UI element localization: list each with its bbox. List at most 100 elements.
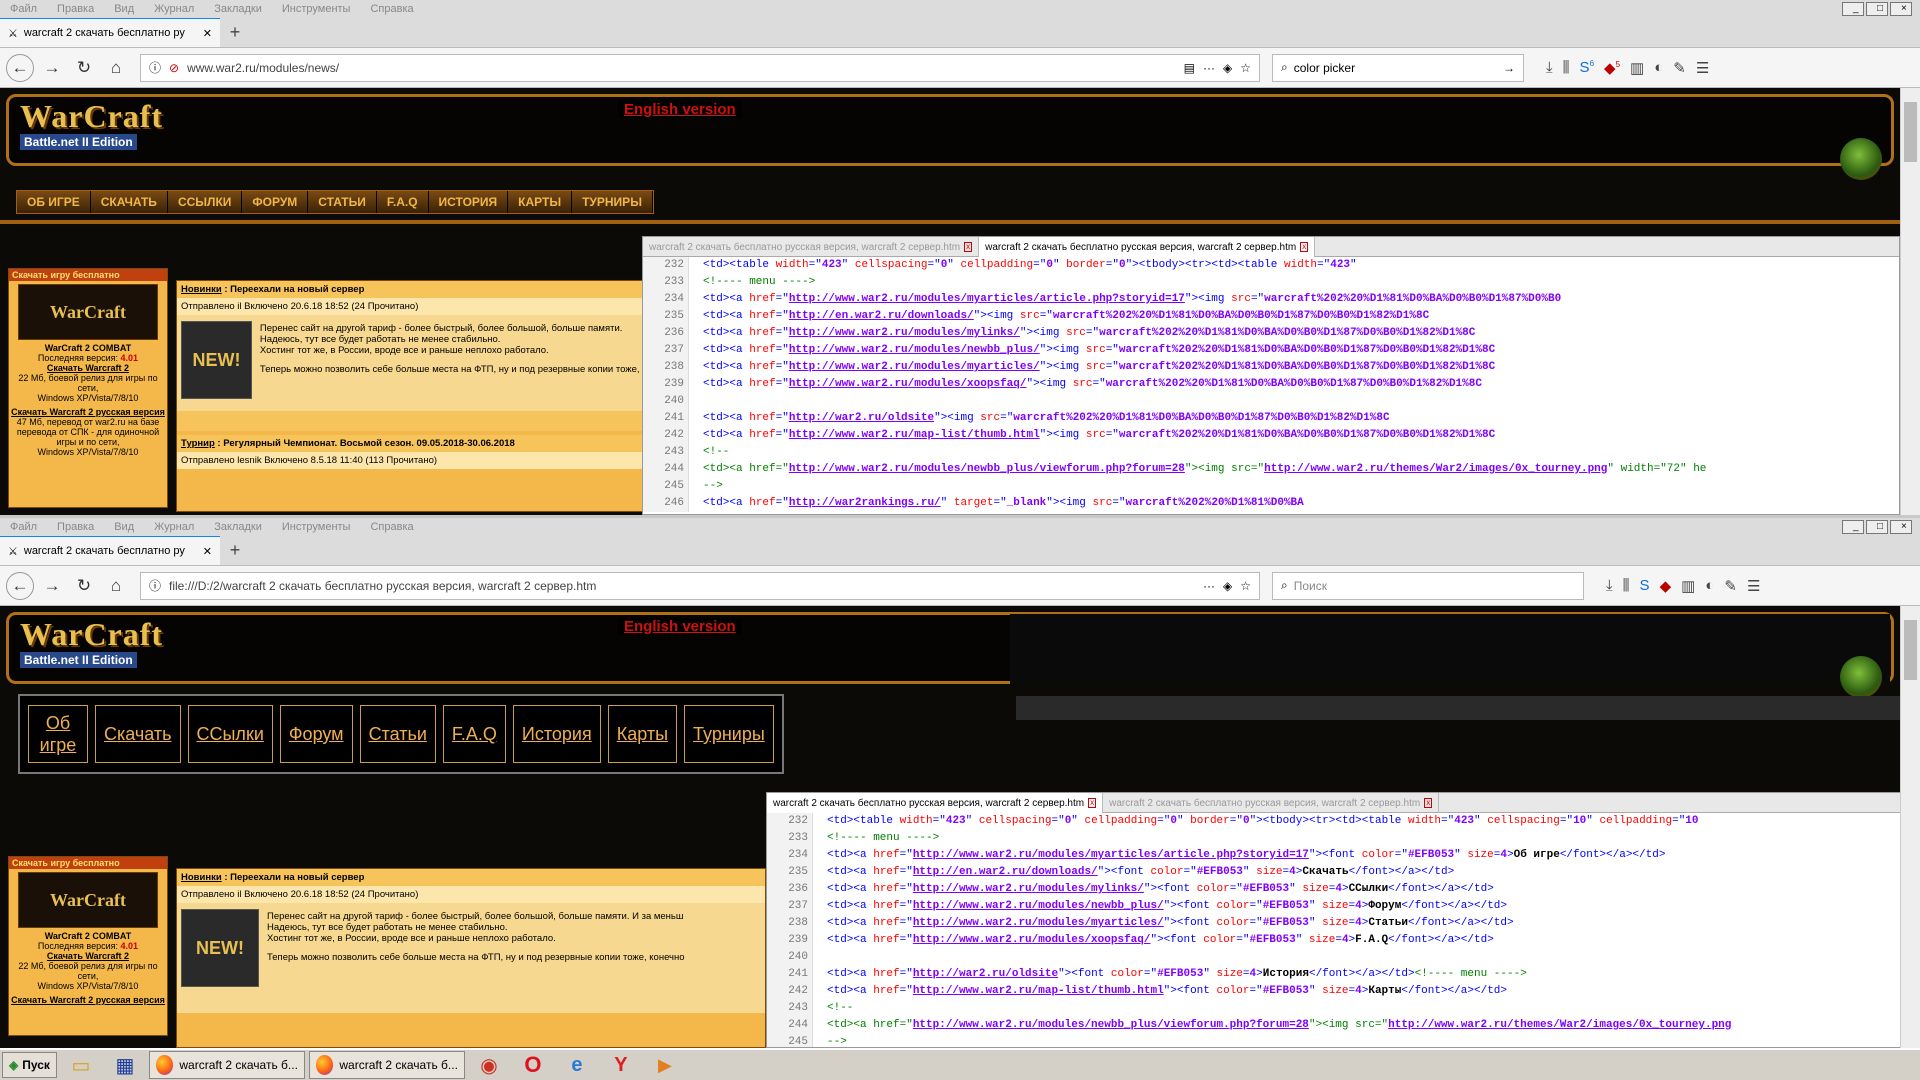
source-tab[interactable]: warcraft 2 скачать бесплатно русская вер… bbox=[1103, 793, 1440, 813]
download-warcraft2-link[interactable]: Скачать Warcraft 2 bbox=[9, 951, 167, 961]
sidebar-icon[interactable]: ▥ bbox=[1681, 577, 1695, 595]
info-icon[interactable]: ⓘ bbox=[149, 577, 161, 594]
download-icon[interactable]: ⤓ bbox=[1546, 59, 1553, 77]
nav-tournaments[interactable]: Турниры bbox=[684, 705, 774, 763]
forward-button[interactable]: → bbox=[38, 572, 66, 600]
new-tab-button[interactable]: + bbox=[220, 17, 250, 47]
start-button[interactable]: ◈ Пуск bbox=[2, 1052, 57, 1078]
download-icon[interactable]: ⤓ bbox=[1606, 577, 1613, 595]
pocket-icon[interactable]: ◈ bbox=[1223, 579, 1232, 593]
source-tab-active[interactable]: warcraft 2 скачать бесплатно русская вер… bbox=[767, 793, 1104, 813]
grid-app-icon[interactable]: ▦ bbox=[105, 1051, 145, 1079]
nav-articles[interactable]: СТАТЬИ bbox=[308, 191, 377, 213]
skype-icon[interactable]: S6 bbox=[1580, 59, 1594, 77]
url-bar[interactable]: ⓘ ⊘ www.war2.ru/modules/news/ ▤ ··· ◈ ☆ bbox=[140, 53, 1260, 82]
menu-history[interactable]: Журнал bbox=[144, 521, 204, 533]
minimize-button[interactable]: _ bbox=[1842, 2, 1864, 16]
info-icon[interactable]: ⓘ bbox=[149, 59, 161, 76]
reload-button[interactable]: ↻ bbox=[70, 572, 98, 600]
scrollbar[interactable] bbox=[1900, 88, 1920, 515]
nav-about[interactable]: Об игре bbox=[28, 705, 88, 763]
media-player-icon[interactable]: ▶ bbox=[645, 1051, 685, 1079]
hamburger-menu-icon[interactable]: ☰ bbox=[1696, 59, 1709, 77]
scrollbar[interactable] bbox=[1900, 606, 1920, 1048]
yandex-browser-icon[interactable]: Y bbox=[601, 1051, 641, 1079]
menu-file[interactable]: Файл bbox=[0, 521, 47, 533]
nav-links[interactable]: ССылки bbox=[187, 705, 273, 763]
bookmark-star-icon[interactable]: ☆ bbox=[1240, 61, 1251, 75]
menu-bookmarks[interactable]: Закладки bbox=[204, 3, 272, 15]
maximize-button[interactable]: □ bbox=[1866, 520, 1888, 534]
extension-icon[interactable]: ◐ bbox=[1705, 577, 1714, 595]
nav-maps[interactable]: Карты bbox=[607, 705, 678, 763]
nav-articles[interactable]: Статьи bbox=[359, 705, 436, 763]
menu-view[interactable]: Вид bbox=[104, 521, 144, 533]
home-button[interactable]: ⌂ bbox=[102, 572, 130, 600]
source-code[interactable]: <td><table width="423" cellspacing="0" c… bbox=[703, 257, 1899, 512]
english-version-link[interactable]: English version bbox=[618, 101, 742, 118]
page-actions-icon[interactable]: ··· bbox=[1203, 61, 1215, 75]
news2-category-link[interactable]: Турнир bbox=[181, 438, 215, 449]
browser-tab[interactable]: ⚔ warcraft 2 скачать бесплатно ру ✕ bbox=[0, 535, 220, 565]
back-button[interactable]: ← bbox=[6, 571, 34, 600]
eyedropper-icon[interactable]: ✎ bbox=[1673, 59, 1686, 77]
close-window-button[interactable]: × bbox=[1890, 2, 1912, 16]
taskbar-firefox-window-2[interactable]: warcraft 2 скачать б... bbox=[308, 1051, 465, 1079]
news-category-link[interactable]: Новинки bbox=[181, 872, 222, 883]
extension-icon[interactable]: ◐ bbox=[1654, 59, 1663, 77]
library-icon[interactable]: ⫼ bbox=[1563, 59, 1570, 77]
ublock-icon[interactable]: ◆ bbox=[1660, 577, 1672, 595]
source-tab-active[interactable]: warcraft 2 скачать бесплатно русская вер… bbox=[979, 237, 1316, 257]
sidebar-icon[interactable]: ▥ bbox=[1630, 59, 1644, 77]
nav-forum[interactable]: ФОРУМ bbox=[242, 191, 309, 213]
download-warcraft2-link[interactable]: Скачать Warcraft 2 bbox=[9, 363, 167, 373]
nav-forum[interactable]: Форум bbox=[279, 705, 353, 763]
library-icon[interactable]: ⫼ bbox=[1623, 577, 1630, 595]
nav-faq[interactable]: F.A.Q bbox=[376, 191, 429, 213]
search-go-icon[interactable]: → bbox=[1503, 61, 1515, 75]
close-source-tab-icon[interactable]: x bbox=[1424, 798, 1433, 808]
english-version-link[interactable]: English version bbox=[618, 618, 742, 635]
search-input[interactable]: color picker bbox=[1294, 61, 1497, 75]
nav-history[interactable]: История bbox=[512, 705, 601, 763]
pocket-icon[interactable]: ◈ bbox=[1223, 61, 1232, 75]
explorer-icon[interactable]: ▭ bbox=[61, 1051, 101, 1079]
forward-button[interactable]: → bbox=[38, 54, 66, 82]
minimize-button[interactable]: _ bbox=[1842, 520, 1864, 534]
nav-download[interactable]: СКАЧАТЬ bbox=[90, 191, 168, 213]
nav-tournaments[interactable]: ТУРНИРЫ bbox=[572, 191, 653, 213]
menu-view[interactable]: Вид bbox=[104, 3, 144, 15]
nav-download[interactable]: Скачать bbox=[95, 705, 181, 763]
chrome-icon[interactable]: ◉ bbox=[469, 1051, 509, 1079]
menu-bookmarks[interactable]: Закладки bbox=[204, 521, 272, 533]
internet-explorer-icon[interactable]: e bbox=[557, 1051, 597, 1079]
search-input[interactable]: Поиск bbox=[1294, 579, 1575, 593]
reader-view-icon[interactable]: ▤ bbox=[1184, 61, 1195, 75]
reload-button[interactable]: ↻ bbox=[70, 54, 98, 82]
maximize-button[interactable]: □ bbox=[1866, 2, 1888, 16]
warcraft-combat-image[interactable]: WarCraft bbox=[18, 284, 158, 340]
hamburger-menu-icon[interactable]: ☰ bbox=[1747, 577, 1760, 595]
menu-edit[interactable]: Правка bbox=[47, 521, 104, 533]
back-button[interactable]: ← bbox=[6, 53, 34, 82]
eyedropper-icon[interactable]: ✎ bbox=[1724, 577, 1737, 595]
source-tab[interactable]: warcraft 2 скачать бесплатно русская вер… bbox=[643, 237, 980, 257]
search-bar[interactable]: ⌕ color picker → bbox=[1272, 53, 1524, 82]
close-tab-icon[interactable]: ✕ bbox=[203, 545, 212, 558]
warcraft-combat-image[interactable]: WarCraft bbox=[18, 872, 158, 928]
menu-history[interactable]: Журнал bbox=[144, 3, 204, 15]
nav-faq[interactable]: F.A.Q bbox=[442, 705, 506, 763]
menu-tools[interactable]: Инструменты bbox=[272, 3, 361, 15]
close-source-tab-icon[interactable]: x bbox=[1300, 242, 1309, 252]
close-source-tab-icon[interactable]: x bbox=[1088, 798, 1097, 808]
nav-maps[interactable]: КАРТЫ bbox=[508, 191, 573, 213]
skype-icon[interactable]: S bbox=[1640, 577, 1650, 595]
opera-icon[interactable]: O bbox=[513, 1051, 553, 1079]
page-actions-icon[interactable]: ··· bbox=[1203, 579, 1215, 593]
download-russian-link[interactable]: Скачать Warcraft 2 русская версия bbox=[9, 995, 167, 1005]
browser-tab[interactable]: ⚔ warcraft 2 скачать бесплатно ру ✕ bbox=[0, 17, 220, 47]
menu-help[interactable]: Справка bbox=[360, 521, 423, 533]
download-russian-link[interactable]: Скачать Warcraft 2 русская версия bbox=[9, 407, 167, 417]
menu-help[interactable]: Справка bbox=[360, 3, 423, 15]
bookmark-star-icon[interactable]: ☆ bbox=[1240, 579, 1251, 593]
